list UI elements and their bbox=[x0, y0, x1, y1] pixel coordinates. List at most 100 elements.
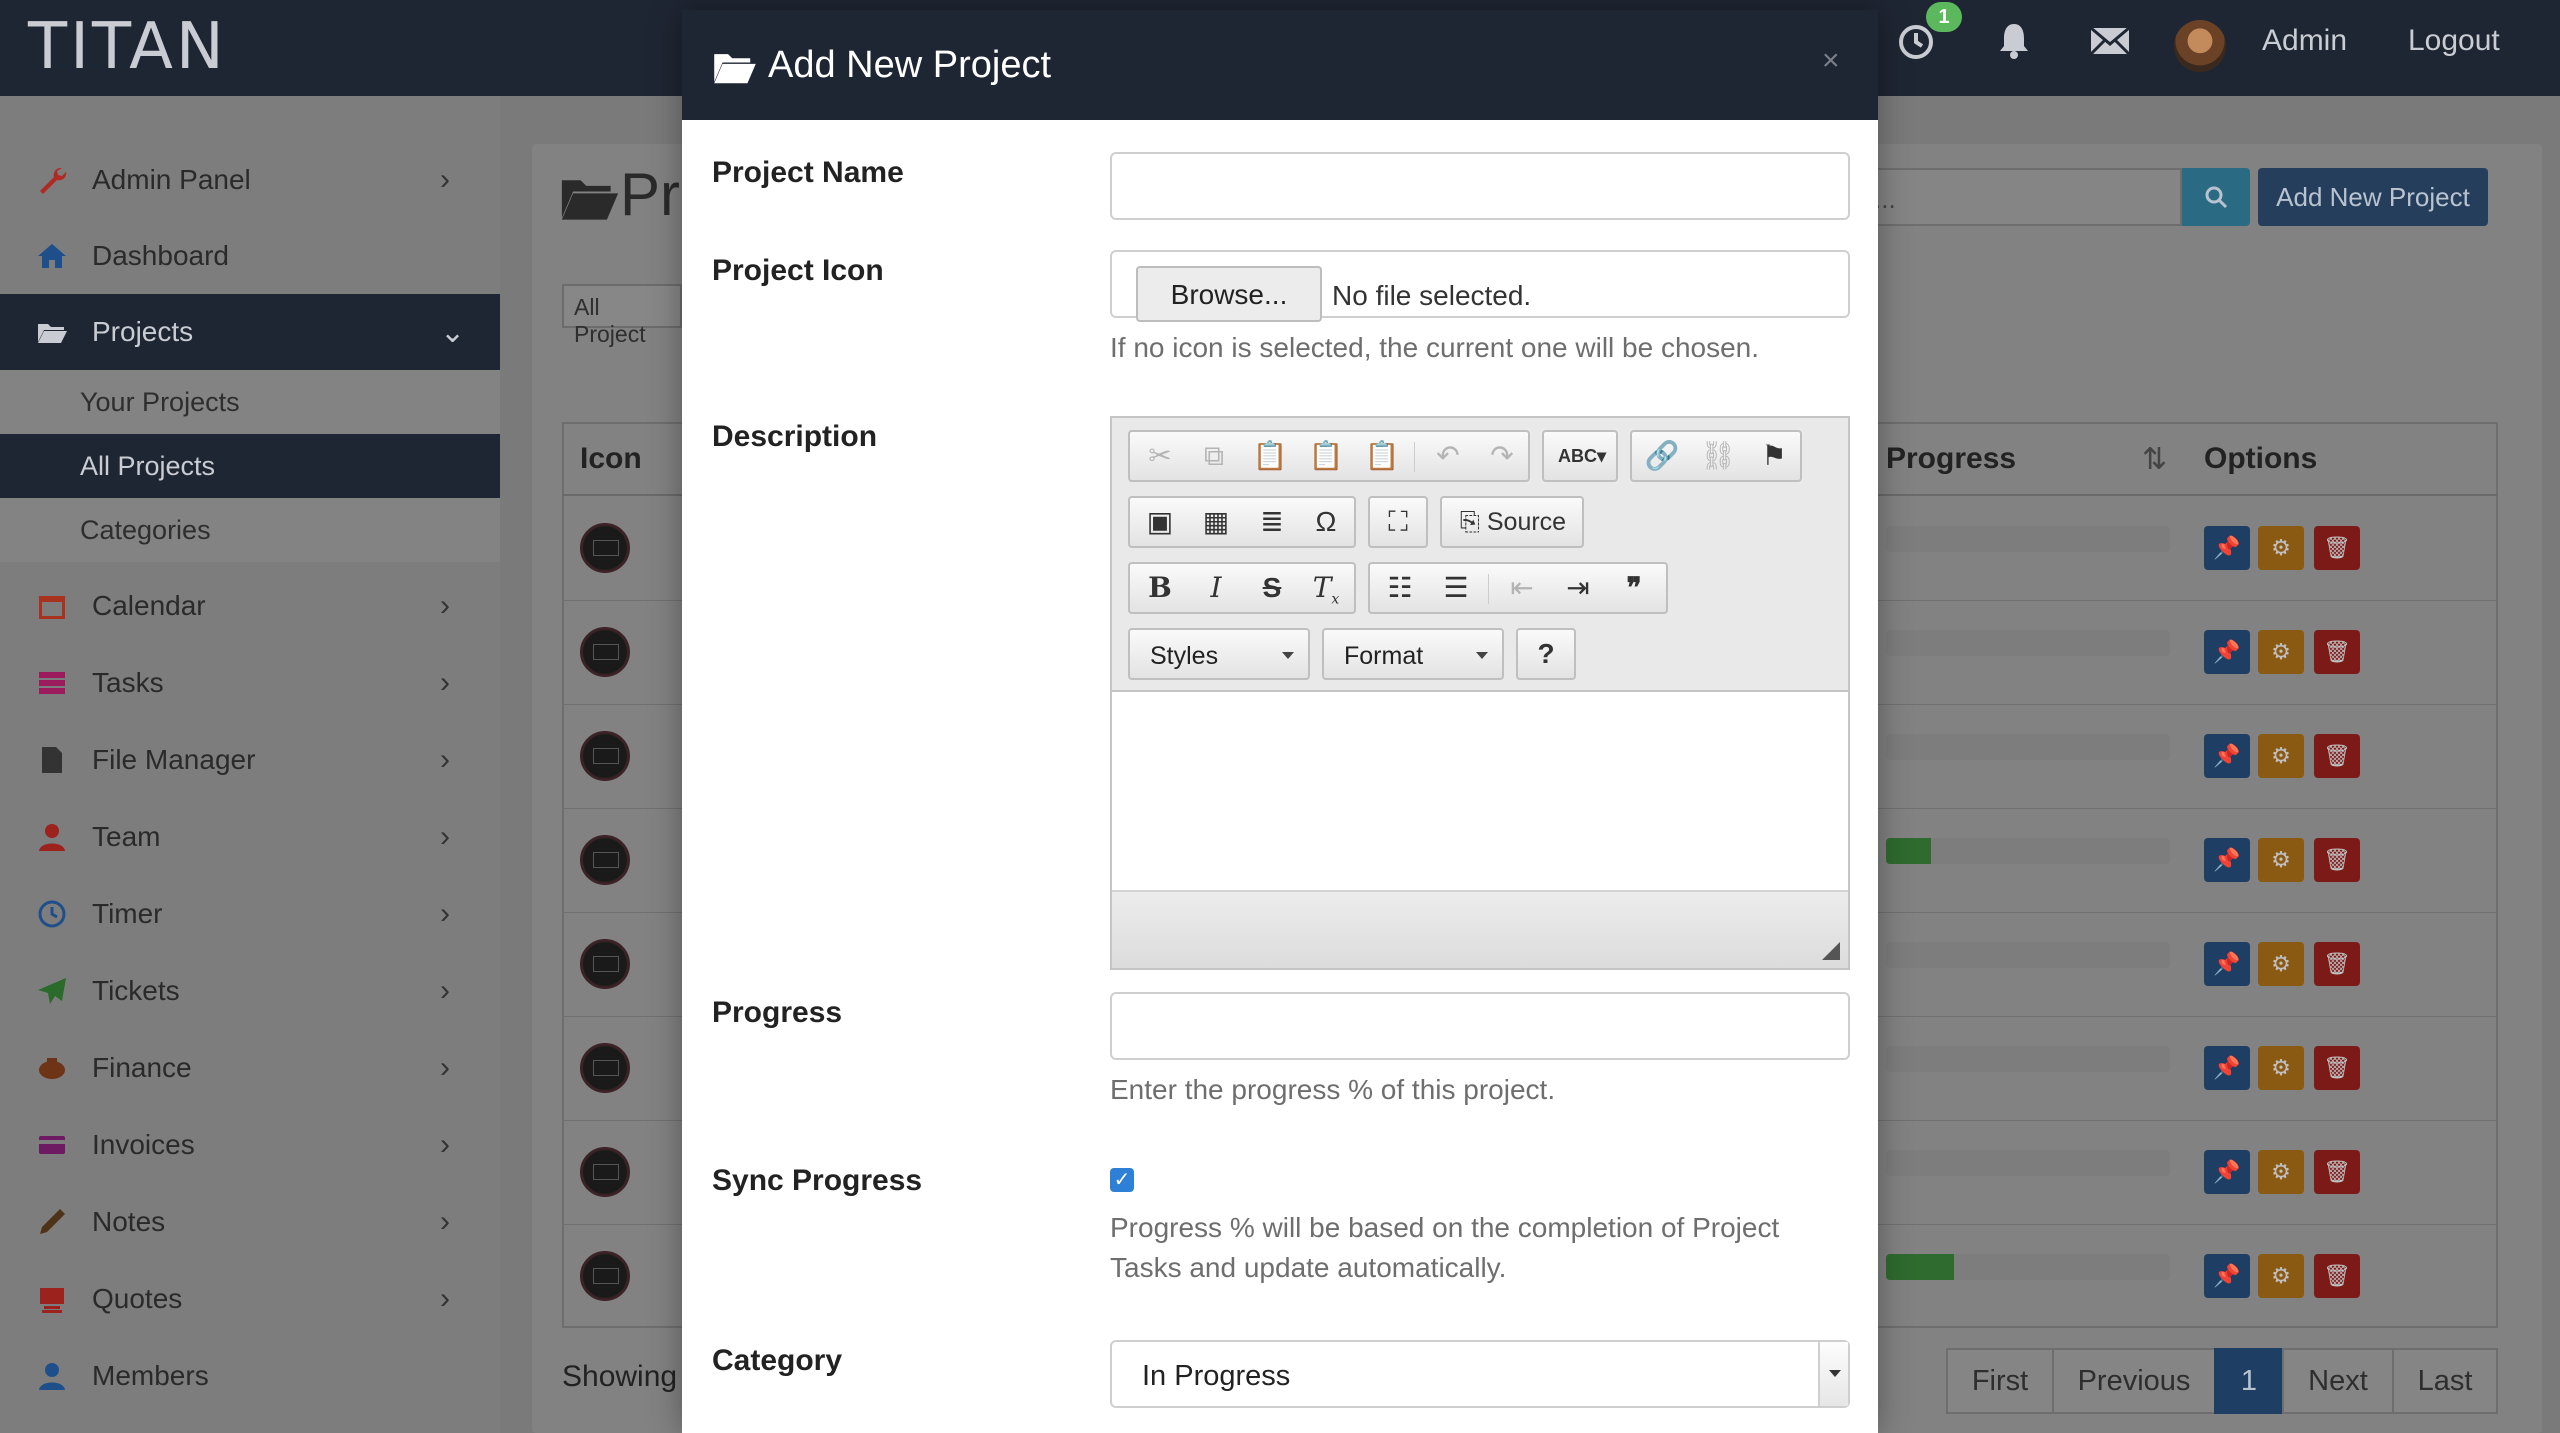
anchor-flag-icon[interactable]: ⚑ bbox=[1746, 432, 1802, 480]
image-icon[interactable]: ▣ bbox=[1132, 498, 1188, 546]
column-header-progress[interactable]: Progress bbox=[1886, 442, 2016, 476]
add-new-project-button[interactable]: Add New Project bbox=[2258, 168, 2488, 226]
view-project-button[interactable]: 📌 bbox=[2204, 526, 2250, 570]
envelope-icon[interactable] bbox=[2088, 20, 2132, 60]
sidebar-subitem-categories[interactable]: Categories bbox=[0, 498, 500, 562]
edit-project-button[interactable]: ⚙ bbox=[2258, 1150, 2304, 1194]
horizontal-line-icon[interactable]: ≣ bbox=[1244, 498, 1300, 546]
source-button[interactable]: ⎘ Source bbox=[1448, 498, 1578, 546]
resize-handle-icon[interactable] bbox=[1822, 942, 1840, 960]
delete-project-button[interactable]: 🗑 bbox=[2314, 526, 2360, 570]
special-char-icon[interactable]: Ω bbox=[1298, 498, 1354, 546]
view-project-button[interactable]: 📌 bbox=[2204, 630, 2250, 674]
search-input[interactable]: ... bbox=[1860, 168, 2182, 226]
pagination-next[interactable]: Next bbox=[2282, 1348, 2394, 1414]
edit-project-button[interactable]: ⚙ bbox=[2258, 526, 2304, 570]
sidebar-item-projects[interactable]: Projects ⌄ bbox=[0, 294, 500, 370]
numbered-list-icon[interactable]: ☷ bbox=[1372, 564, 1428, 612]
undo-icon[interactable]: ↶ bbox=[1420, 432, 1476, 480]
decrease-indent-icon[interactable]: ⇤ bbox=[1494, 564, 1550, 612]
sidebar-item-tasks[interactable]: Tasks › bbox=[0, 645, 500, 721]
maximize-icon[interactable]: ⛶ bbox=[1370, 498, 1426, 546]
delete-project-button[interactable]: 🗑 bbox=[2314, 734, 2360, 778]
sync-progress-checkbox[interactable]: ✓ bbox=[1110, 1168, 1134, 1192]
blockquote-icon[interactable]: ❞ bbox=[1606, 564, 1662, 612]
close-icon[interactable]: × bbox=[1822, 44, 1840, 78]
strikethrough-icon[interactable]: S bbox=[1244, 564, 1300, 612]
category-select[interactable]: In Progress bbox=[1110, 1340, 1850, 1408]
chevron-right-icon: › bbox=[440, 1051, 450, 1084]
sidebar-item-members[interactable]: Members bbox=[0, 1338, 500, 1414]
delete-project-button[interactable]: 🗑 bbox=[2314, 942, 2360, 986]
table-icon[interactable]: ▦ bbox=[1188, 498, 1244, 546]
italic-icon[interactable]: I bbox=[1188, 564, 1244, 612]
sidebar-item-invoices[interactable]: Invoices › bbox=[0, 1107, 500, 1183]
sidebar-item-tickets[interactable]: Tickets › bbox=[0, 953, 500, 1029]
sidebar-subitem-your-projects[interactable]: Your Projects bbox=[0, 370, 500, 434]
view-project-button[interactable]: 📌 bbox=[2204, 734, 2250, 778]
admin-link[interactable]: Admin bbox=[2262, 24, 2347, 58]
view-project-button[interactable]: 📌 bbox=[2204, 1150, 2250, 1194]
pagination-page-1[interactable]: 1 bbox=[2214, 1348, 2284, 1414]
delete-project-button[interactable]: 🗑 bbox=[2314, 1150, 2360, 1194]
logout-link[interactable]: Logout bbox=[2408, 24, 2500, 58]
clock-icon bbox=[38, 900, 66, 928]
remove-format-icon[interactable]: Tx bbox=[1298, 564, 1354, 612]
bell-icon[interactable] bbox=[1994, 20, 2034, 60]
edit-project-button[interactable]: ⚙ bbox=[2258, 1046, 2304, 1090]
sidebar-item-dashboard[interactable]: Dashboard bbox=[0, 218, 500, 294]
sidebar-item-finance[interactable]: Finance › bbox=[0, 1030, 500, 1106]
edit-project-button[interactable]: ⚙ bbox=[2258, 838, 2304, 882]
bulleted-list-icon[interactable]: ☰ bbox=[1428, 564, 1484, 612]
editor-content-area[interactable] bbox=[1112, 690, 1848, 892]
progress-input[interactable] bbox=[1110, 992, 1850, 1060]
browse-button[interactable]: Browse... bbox=[1136, 266, 1322, 322]
edit-project-button[interactable]: ⚙ bbox=[2258, 734, 2304, 778]
pagination-first[interactable]: First bbox=[1946, 1348, 2054, 1414]
delete-project-button[interactable]: 🗑 bbox=[2314, 838, 2360, 882]
sidebar-item-timer[interactable]: Timer › bbox=[0, 876, 500, 952]
sidebar-item-quotes[interactable]: Quotes › bbox=[0, 1261, 500, 1337]
paste-icon[interactable]: 📋 bbox=[1242, 432, 1298, 480]
spellcheck-toolbar-group: ABC▾ bbox=[1542, 430, 1618, 482]
search-button[interactable] bbox=[2182, 168, 2250, 226]
project-icon-file-input[interactable]: Browse... No file selected. bbox=[1110, 250, 1850, 322]
redo-icon[interactable]: ↷ bbox=[1474, 432, 1530, 480]
edit-project-button[interactable]: ⚙ bbox=[2258, 630, 2304, 674]
edit-project-button[interactable]: ⚙ bbox=[2258, 1254, 2304, 1298]
project-filter-select[interactable]: All Project bbox=[562, 284, 682, 347]
styles-dropdown[interactable]: Styles bbox=[1128, 628, 1310, 680]
increase-indent-icon[interactable]: ⇥ bbox=[1550, 564, 1606, 612]
sidebar-item-admin-panel[interactable]: Admin Panel › bbox=[0, 142, 500, 218]
user-avatar[interactable] bbox=[2174, 20, 2226, 72]
delete-project-button[interactable]: 🗑 bbox=[2314, 1046, 2360, 1090]
pagination-last[interactable]: Last bbox=[2392, 1348, 2498, 1414]
column-header-icon[interactable]: Icon bbox=[580, 442, 642, 476]
help-icon[interactable]: ? bbox=[1518, 630, 1574, 678]
sort-icon[interactable]: ⇅ bbox=[2142, 442, 2167, 477]
paste-word-icon[interactable]: 📋 bbox=[1354, 432, 1410, 480]
sidebar-item-notes[interactable]: Notes › bbox=[0, 1184, 500, 1260]
view-project-button[interactable]: 📌 bbox=[2204, 1046, 2250, 1090]
project-name-input[interactable] bbox=[1110, 152, 1850, 220]
spellcheck-icon[interactable]: ABC▾ bbox=[1548, 432, 1616, 480]
sidebar-item-team[interactable]: Team › bbox=[0, 799, 500, 875]
cut-icon[interactable]: ✂ bbox=[1132, 432, 1188, 480]
unlink-icon[interactable]: ⛓ bbox=[1690, 432, 1746, 480]
view-project-button[interactable]: 📌 bbox=[2204, 942, 2250, 986]
paste-text-icon[interactable]: 📋 bbox=[1298, 432, 1354, 480]
sidebar-item-calendar[interactable]: Calendar › bbox=[0, 568, 500, 644]
sidebar-subitem-all-projects[interactable]: All Projects bbox=[0, 434, 500, 498]
sidebar-item-file-manager[interactable]: File Manager › bbox=[0, 722, 500, 798]
view-project-button[interactable]: 📌 bbox=[2204, 1254, 2250, 1298]
bold-icon[interactable]: B bbox=[1132, 564, 1188, 612]
brand-logo[interactable]: TITAN bbox=[28, 10, 227, 84]
view-project-button[interactable]: 📌 bbox=[2204, 838, 2250, 882]
copy-icon[interactable]: ⧉ bbox=[1186, 432, 1242, 480]
pagination-previous[interactable]: Previous bbox=[2052, 1348, 2216, 1414]
format-dropdown[interactable]: Format bbox=[1322, 628, 1504, 680]
link-icon[interactable]: 🔗 bbox=[1634, 432, 1690, 480]
delete-project-button[interactable]: 🗑 bbox=[2314, 1254, 2360, 1298]
edit-project-button[interactable]: ⚙ bbox=[2258, 942, 2304, 986]
delete-project-button[interactable]: 🗑 bbox=[2314, 630, 2360, 674]
